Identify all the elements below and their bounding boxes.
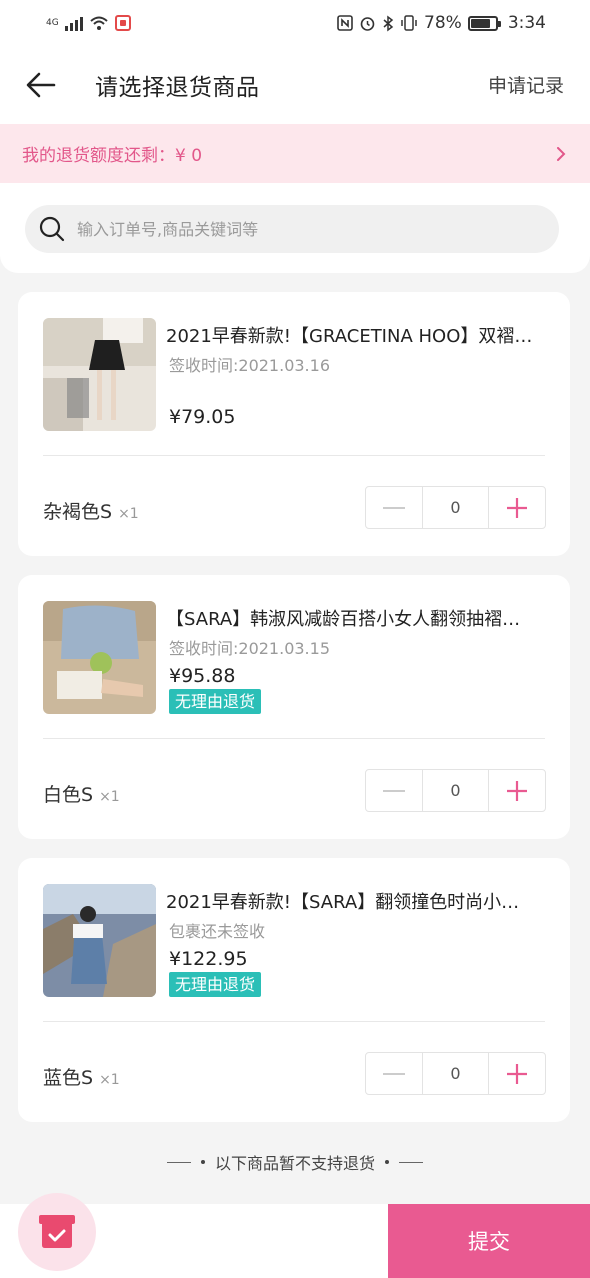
notice-dot-left (200, 1160, 205, 1164)
delivery-status: 签收时间:2021.03.15 (169, 639, 331, 658)
search-section (0, 183, 590, 273)
page-title: 请选择退货商品 (95, 75, 260, 101)
bluetooth-icon (383, 15, 394, 31)
divider (43, 1021, 545, 1022)
status-bar: 4G 78% 3:34 (0, 0, 590, 46)
search-icon (39, 216, 65, 242)
sku-info: 白色S ×1 (43, 780, 120, 807)
application-records-link[interactable]: 申请记录 (488, 71, 564, 98)
quantity-stepper: 0 (365, 1052, 546, 1095)
notice-text: 以下商品暂不支持退货 (214, 1154, 375, 1173)
unsupported-items-notice: 以下商品暂不支持退货 (0, 1150, 590, 1174)
wifi-icon (90, 16, 108, 30)
return-quota-text: 我的退货额度还剩：¥ 0 (22, 146, 203, 166)
app-header: 请选择退货商品 申请记录 (0, 46, 590, 124)
product-name: 2021早春新款!【GRACETINA HOO】双褶… (166, 326, 533, 347)
sku-info: 蓝色S ×1 (43, 1063, 120, 1090)
quantity-stepper: 0 (365, 769, 546, 812)
sku-label: 蓝色S (43, 1067, 94, 1089)
decrease-button[interactable] (366, 770, 422, 811)
decrease-button[interactable] (366, 487, 422, 528)
product-price: ¥79.05 (169, 406, 236, 428)
product-card: 2021早春新款!【SARA】翻领撞色时尚小… 包裹还未签收 ¥122.95 无… (18, 858, 570, 1122)
product-image[interactable] (43, 601, 156, 714)
sku-quantity: ×1 (99, 1072, 120, 1088)
alarm-icon (360, 16, 375, 31)
quantity-value[interactable]: 0 (422, 770, 489, 811)
minus-icon (383, 789, 405, 792)
product-image[interactable] (43, 318, 156, 431)
return-tag: 无理由退货 (169, 689, 262, 714)
increase-button[interactable] (489, 487, 545, 528)
increase-button[interactable] (489, 770, 545, 811)
return-quota-banner[interactable]: 我的退货额度还剩：¥ 0 (0, 124, 590, 183)
product-image[interactable] (43, 884, 156, 997)
battery-icon (467, 15, 501, 31)
minus-icon (383, 1072, 405, 1075)
quantity-value[interactable]: 0 (422, 487, 489, 528)
plus-icon (507, 1063, 527, 1084)
return-box-button[interactable] (18, 1193, 96, 1271)
battery-percent: 78% (424, 13, 462, 33)
product-price: ¥95.88 (169, 665, 236, 687)
notice-line-right (399, 1161, 423, 1163)
product-card: 2021早春新款!【GRACETINA HOO】双褶… 签收时间:2021.03… (18, 292, 570, 556)
return-tag: 无理由退货 (169, 972, 262, 997)
product-name: 2021早春新款!【SARA】翻领撞色时尚小… (166, 892, 520, 913)
vibrate-icon (401, 15, 417, 31)
sku-label: 杂褐色S (43, 501, 113, 523)
sku-info: 杂褐色S ×1 (43, 497, 139, 524)
divider (43, 455, 545, 456)
delivery-status: 签收时间:2021.03.16 (169, 356, 331, 375)
notice-dot-right (385, 1160, 389, 1164)
clock: 3:34 (507, 13, 546, 33)
quantity-value[interactable]: 0 (422, 1053, 489, 1094)
plus-icon (507, 497, 527, 518)
increase-button[interactable] (489, 1053, 545, 1094)
decrease-button[interactable] (366, 1053, 422, 1094)
product-price: ¥122.95 (169, 948, 248, 970)
product-name: 【SARA】韩淑风减龄百搭小女人翻领抽褶… (166, 609, 521, 630)
chevron-right-icon (557, 146, 566, 161)
search-input[interactable] (77, 219, 517, 239)
quantity-stepper: 0 (365, 486, 546, 529)
sku-quantity: ×1 (118, 506, 139, 522)
signal-icon (64, 15, 83, 31)
sku-quantity: ×1 (99, 789, 120, 805)
return-box-icon (39, 1215, 75, 1248)
back-arrow-icon[interactable] (24, 68, 58, 102)
app-notification-icon (114, 15, 131, 31)
delivery-status: 包裹还未签收 (169, 922, 266, 941)
divider (43, 738, 545, 739)
submit-button[interactable]: 提交 (388, 1204, 590, 1278)
plus-icon (507, 780, 527, 801)
sku-label: 白色S (43, 784, 94, 806)
search-bar[interactable] (25, 205, 559, 253)
minus-icon (383, 506, 405, 509)
nfc-icon (337, 15, 353, 31)
product-card: 【SARA】韩淑风减龄百搭小女人翻领抽褶… 签收时间:2021.03.15 ¥9… (18, 575, 570, 839)
notice-line-left (166, 1161, 191, 1163)
network-type: 4G (46, 17, 59, 28)
